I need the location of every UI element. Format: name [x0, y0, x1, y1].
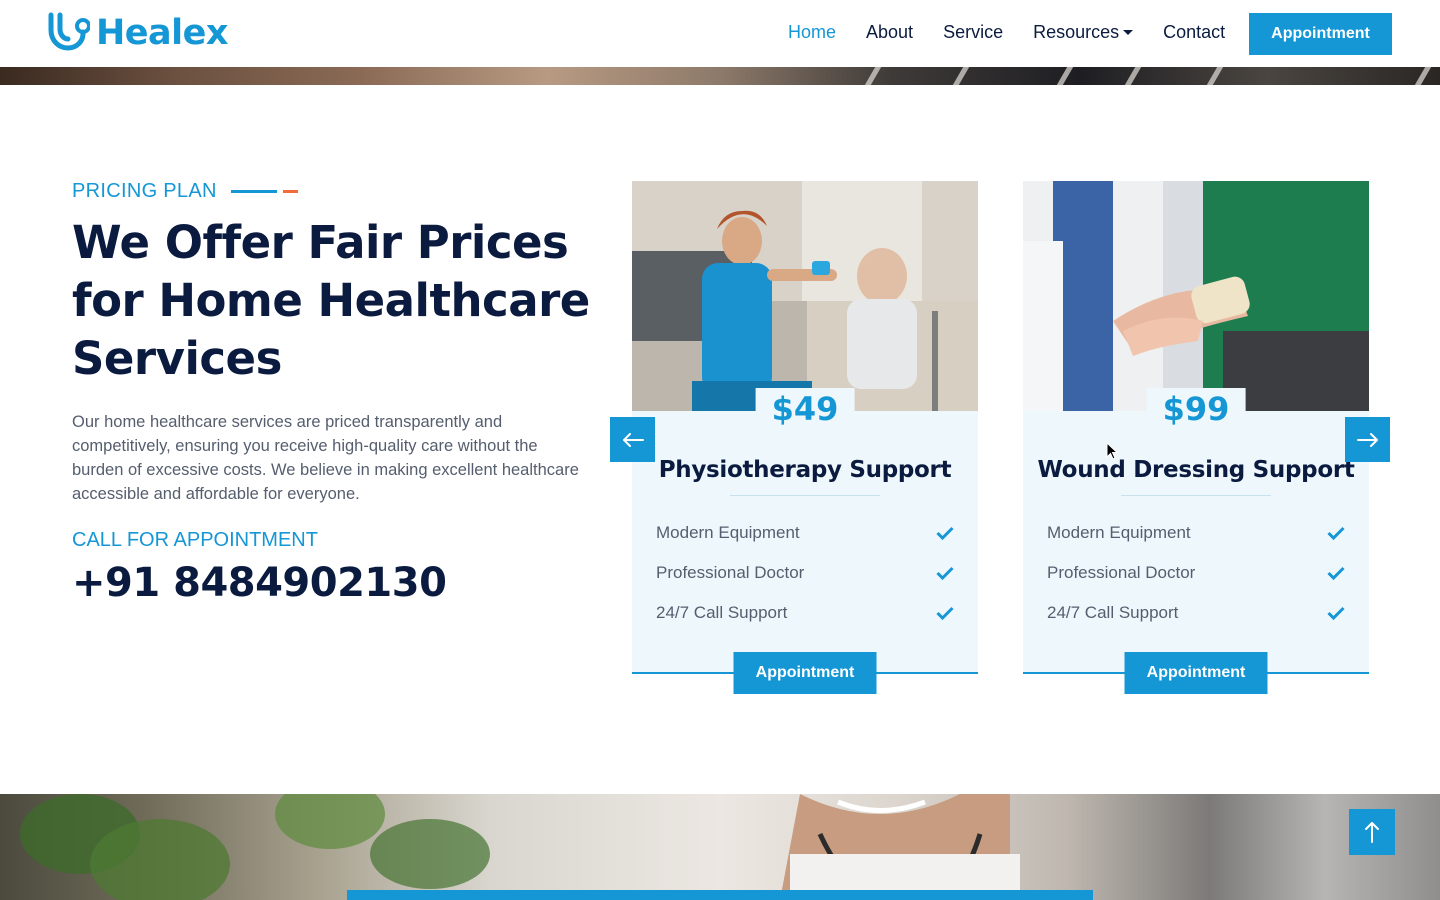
mouse-cursor-icon — [1106, 442, 1118, 460]
pricing-card: $99 Wound Dressing Support Modern Equipm… — [1023, 181, 1369, 694]
appointment-button[interactable]: Appointment — [1249, 13, 1392, 55]
check-icon — [936, 606, 954, 620]
feature-label: 24/7 Call Support — [656, 603, 788, 622]
feature-item: Professional Doctor — [1047, 553, 1345, 593]
feature-label: Modern Equipment — [1047, 523, 1191, 542]
nav-resources[interactable]: Resources — [1033, 22, 1134, 43]
section-heading: We Offer Fair Prices for Home Healthcare… — [72, 216, 590, 385]
nav-about[interactable]: About — [866, 22, 913, 43]
price-tag: $99 — [1146, 388, 1246, 428]
feature-item: Modern Equipment — [656, 513, 954, 553]
phone-number[interactable]: +91 8484902130 — [72, 560, 447, 606]
testimonial-image-strip — [0, 794, 1440, 900]
feature-label: Professional Doctor — [1047, 563, 1196, 582]
check-icon — [1327, 526, 1345, 540]
card-title: Physiotherapy Support — [658, 457, 952, 483]
main-nav: Home About Service Resources Contact — [788, 22, 1255, 43]
check-icon — [936, 526, 954, 540]
check-icon — [1327, 606, 1345, 620]
feature-item: Professional Doctor — [656, 553, 954, 593]
navbar: Healex Home About Service Resources Cont… — [0, 0, 1440, 67]
price-tag: $49 — [755, 388, 855, 428]
eyebrow-label: PRICING PLAN — [72, 180, 217, 202]
feature-label: Professional Doctor — [656, 563, 805, 582]
feature-item: 24/7 Call Support — [656, 593, 954, 633]
caret-down-icon — [1123, 30, 1134, 35]
brand-name: Healex — [96, 13, 228, 53]
arrow-up-icon — [1365, 822, 1379, 843]
arrow-left-icon — [622, 432, 644, 447]
check-icon — [1327, 566, 1345, 580]
feature-item: 24/7 Call Support — [1047, 593, 1345, 633]
check-icon — [936, 566, 954, 580]
card-title: Wound Dressing Support — [1037, 457, 1355, 483]
call-label: CALL FOR APPOINTMENT — [72, 529, 318, 551]
carousel-prev-button[interactable] — [610, 417, 655, 462]
feature-label: 24/7 Call Support — [1047, 603, 1179, 622]
feature-label: Modern Equipment — [656, 523, 800, 542]
nav-resources-label: Resources — [1033, 22, 1120, 42]
carousel-next-button[interactable] — [1345, 417, 1390, 462]
section-description: Our home healthcare services are priced … — [72, 413, 579, 503]
arrow-right-icon — [1356, 432, 1378, 447]
section-accent-bar — [347, 890, 1093, 900]
back-to-top-button[interactable] — [1349, 809, 1395, 855]
nav-service[interactable]: Service — [943, 22, 1003, 43]
wound-dressing-photo — [1023, 181, 1369, 411]
card-appointment-button[interactable]: Appointment — [733, 652, 877, 694]
stethoscope-logo-icon — [48, 12, 90, 51]
card-divider — [730, 495, 880, 496]
card-divider — [1121, 495, 1271, 496]
physiotherapy-photo — [632, 181, 978, 411]
feature-list: Modern Equipment Professional Doctor 24/… — [656, 513, 954, 633]
feature-item: Modern Equipment — [1047, 513, 1345, 553]
nav-home[interactable]: Home — [788, 22, 836, 43]
brand-logo[interactable]: Healex — [46, 12, 228, 54]
section-eyebrow: PRICING PLAN — [72, 180, 298, 203]
pricing-card: $49 Physiotherapy Support Modern Equipme… — [632, 181, 978, 694]
card-appointment-button[interactable]: Appointment — [1124, 652, 1268, 694]
nav-contact[interactable]: Contact — [1163, 22, 1225, 43]
feature-list: Modern Equipment Professional Doctor 24/… — [1047, 513, 1345, 633]
eyebrow-decoration — [230, 190, 298, 193]
